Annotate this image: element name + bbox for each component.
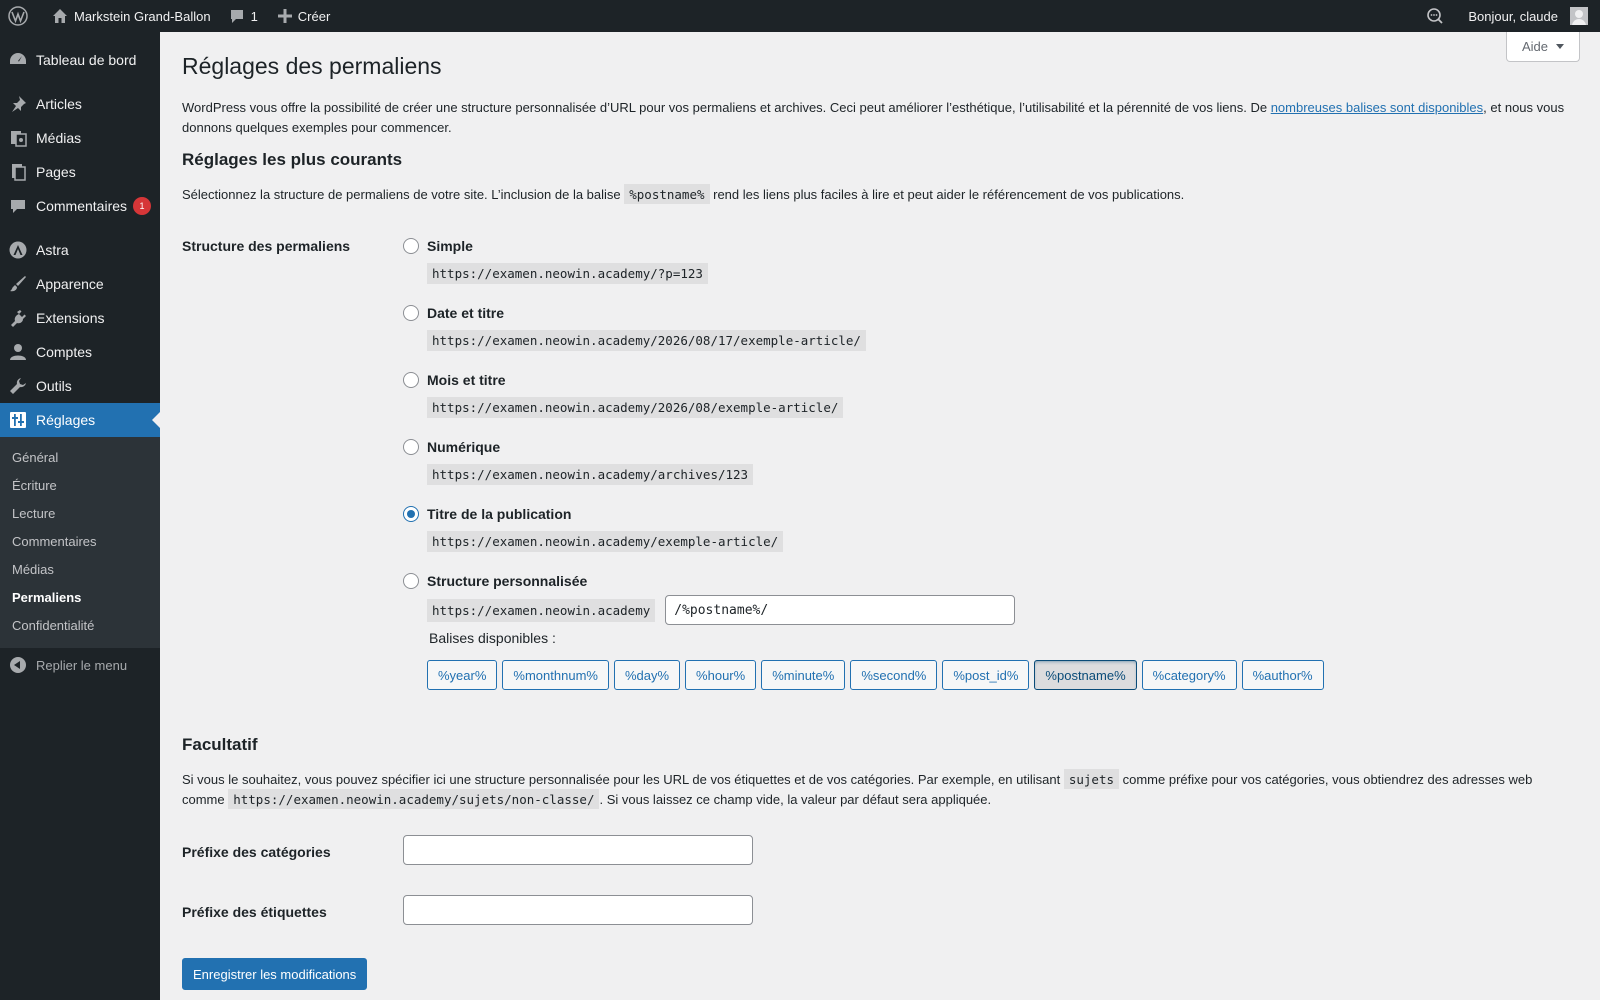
new-label: Créer (297, 8, 331, 24)
media-icon (8, 128, 28, 148)
radio-date-title[interactable] (403, 305, 419, 321)
sidebar-item-dashboard[interactable]: Tableau de bord (0, 43, 160, 77)
submenu-general[interactable]: Général (0, 444, 160, 472)
page-title: Réglages des permaliens (182, 53, 442, 79)
tag-category-button[interactable]: %category% (1141, 660, 1237, 690)
sidebar-item-appearance[interactable]: Apparence (0, 267, 160, 301)
home-icon (53, 9, 67, 23)
radio-simple[interactable] (403, 238, 419, 254)
admin-sidebar: Tableau de bord Articles Médias Pages Co… (0, 32, 160, 1000)
greeting: Bonjour, claude (1468, 8, 1558, 24)
example-url-simple: https://examen.neowin.academy/?p=123 (427, 263, 708, 284)
category-base-label: Préfixe des catégories (182, 844, 331, 860)
option-custom: Structure personnalisée (403, 571, 587, 591)
submenu-discussion[interactable]: Commentaires (0, 528, 160, 556)
option-month-title: Mois et titre https://examen.neowin.acad… (403, 370, 844, 418)
custom-structure-row: https://examen.neowin.academy /%postname… (427, 595, 1016, 625)
tag-author-button[interactable]: %author% (1241, 660, 1324, 690)
submenu-media[interactable]: Médias (0, 556, 160, 584)
custom-structure-input[interactable]: /%postname%/ (665, 595, 1016, 625)
astra-icon (8, 240, 28, 260)
radio-post-name[interactable] (403, 506, 419, 522)
comment-bubble-icon (230, 10, 243, 23)
plugin-icon (8, 308, 28, 328)
intro-text: WordPress vous offre la possibilité de c… (182, 100, 1565, 135)
brush-icon (8, 274, 28, 294)
pages-icon (8, 162, 28, 182)
available-tags-label: Balises disponibles : (429, 630, 556, 646)
main-content: Aide Réglages des permaliens WordPress v… (160, 32, 1600, 1000)
option-numeric: Numérique https://examen.neowin.academy/… (403, 437, 754, 485)
user-icon (8, 342, 28, 362)
tag-year-button[interactable]: %year% (427, 660, 498, 690)
comments-count-badge: 1 (133, 197, 152, 215)
site-name-link[interactable]: Markstein Grand-Ballon (36, 0, 219, 32)
dashboard-icon (8, 50, 28, 70)
tag-base-label: Préfixe des étiquettes (182, 904, 327, 920)
site-name: Markstein Grand-Ballon (74, 8, 211, 24)
common-settings-heading: Réglages les plus courants (182, 150, 403, 169)
wrench-icon (8, 376, 28, 396)
common-settings-desc: Sélectionnez la structure de permaliens … (182, 184, 1572, 205)
collapse-menu-button[interactable]: Replier le menu (0, 648, 160, 682)
example-url-numeric: https://examen.neowin.academy/archives/1… (427, 464, 754, 485)
sidebar-item-astra[interactable]: Astra (0, 233, 160, 267)
search-toggle[interactable] (1418, 0, 1452, 32)
radio-numeric[interactable] (403, 439, 419, 455)
sidebar-item-extensions[interactable]: Extensions (0, 301, 160, 335)
sidebar-item-comments[interactable]: Commentaires 1 (0, 189, 160, 223)
tag-postname-button[interactable]: %postname% (1034, 660, 1137, 690)
tag-second-button[interactable]: %second% (850, 660, 938, 690)
optional-desc: Si vous le souhaitez, vous pouvez spécif… (182, 769, 1572, 810)
save-changes-button[interactable]: Enregistrer les modifications (182, 958, 368, 990)
option-post-name: Titre de la publication https://examen.n… (403, 504, 784, 552)
submenu-privacy[interactable]: Confidentialité (0, 612, 160, 640)
custom-base-url: https://examen.neowin.academy (427, 598, 656, 622)
settings-submenu: Général Écriture Lecture Commentaires Mé… (0, 437, 160, 648)
comments-link[interactable]: 1 (219, 0, 266, 32)
available-tags-link[interactable]: nombreuses balises sont disponibles (1271, 100, 1483, 115)
optional-heading: Facultatif (182, 735, 258, 754)
radio-month-title[interactable] (403, 372, 419, 388)
radio-custom[interactable] (403, 573, 419, 589)
sidebar-item-settings[interactable]: Réglages (0, 403, 160, 437)
my-account-link[interactable]: Bonjour, claude (1452, 0, 1600, 32)
option-simple: Simple https://examen.neowin.academy/?p=… (403, 236, 708, 284)
permalink-structure-label: Structure des permaliens (182, 238, 351, 254)
tag-minute-button[interactable]: %minute% (761, 660, 846, 690)
plus-icon (277, 9, 292, 23)
sidebar-item-articles[interactable]: Articles (0, 87, 160, 121)
example-url-post-name: https://examen.neowin.academy/exemple-ar… (427, 531, 784, 552)
submenu-reading[interactable]: Lecture (0, 500, 160, 528)
avatar (1570, 7, 1588, 25)
sidebar-item-medias[interactable]: Médias (0, 121, 160, 155)
tag-day-button[interactable]: %day% (613, 660, 681, 690)
submenu-permalinks[interactable]: Permaliens (0, 584, 160, 612)
category-base-input[interactable] (403, 835, 753, 865)
sidebar-item-pages[interactable]: Pages (0, 155, 160, 189)
option-date-title: Date et titre https://examen.neowin.acad… (403, 303, 866, 351)
help-tab-button[interactable]: Aide (1506, 32, 1580, 62)
tag-post-id-button[interactable]: %post_id% (942, 660, 1030, 690)
example-url-date-title: https://examen.neowin.academy/2026/08/17… (427, 330, 866, 351)
collapse-arrow-icon (10, 657, 26, 673)
new-content-link[interactable]: Créer (266, 0, 339, 32)
caret-down-icon (1556, 44, 1565, 49)
search-icon (1427, 8, 1444, 24)
admin-bar: Markstein Grand-Ballon 1 Créer Bonjour, … (0, 0, 1600, 32)
tag-hour-button[interactable]: %hour% (685, 660, 757, 690)
available-tags: %year% %monthnum% %day% %hour% %minute% … (427, 660, 1324, 690)
settings-icon (8, 410, 28, 430)
tag-base-input[interactable] (403, 895, 753, 925)
pin-icon (8, 94, 28, 114)
sidebar-item-users[interactable]: Comptes (0, 335, 160, 369)
sidebar-item-tools[interactable]: Outils (0, 369, 160, 403)
submenu-writing[interactable]: Écriture (0, 472, 160, 500)
wordpress-logo-icon[interactable] (0, 0, 36, 32)
comments-icon (8, 196, 28, 216)
comments-count: 1 (250, 8, 258, 24)
example-url-month-title: https://examen.neowin.academy/2026/08/ex… (427, 397, 844, 418)
tag-monthnum-button[interactable]: %monthnum% (502, 660, 609, 690)
